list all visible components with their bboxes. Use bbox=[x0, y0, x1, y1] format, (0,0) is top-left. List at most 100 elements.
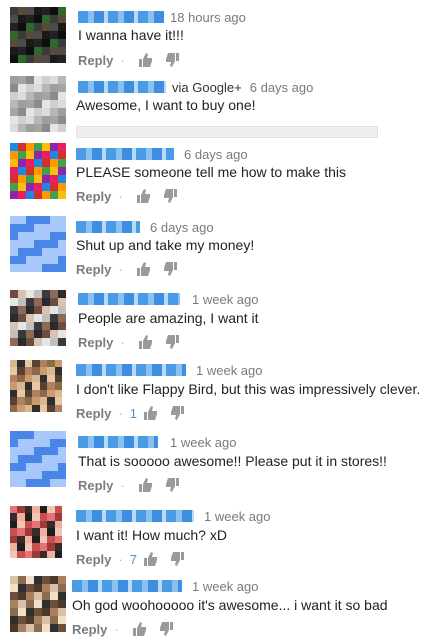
avatar-pixel bbox=[47, 528, 55, 536]
avatar-pixel bbox=[42, 584, 50, 592]
thumbs-down-icon[interactable] bbox=[164, 477, 180, 493]
author-name-redacted[interactable] bbox=[78, 293, 180, 305]
comment-time[interactable]: 1 week ago bbox=[196, 363, 263, 378]
avatar-pixel bbox=[26, 108, 34, 116]
author-name-redacted[interactable] bbox=[76, 148, 174, 160]
author-name-redacted[interactable] bbox=[72, 580, 182, 592]
avatar-pixel bbox=[34, 431, 42, 439]
avatar[interactable] bbox=[10, 576, 66, 632]
avatar-pixel bbox=[18, 431, 26, 439]
avatar-pixel bbox=[50, 84, 58, 92]
author-name-redacted[interactable] bbox=[78, 81, 166, 93]
avatar-pixel bbox=[34, 175, 42, 183]
avatar-pixel bbox=[26, 92, 34, 100]
avatar[interactable] bbox=[10, 506, 62, 558]
avatar[interactable] bbox=[10, 290, 66, 346]
avatar[interactable] bbox=[10, 143, 66, 199]
avatar-pixel bbox=[42, 447, 50, 455]
thumbs-up-icon[interactable] bbox=[143, 551, 159, 567]
avatar-pixel bbox=[10, 175, 18, 183]
reply-button[interactable]: Reply bbox=[76, 406, 111, 421]
avatar-pixel bbox=[10, 108, 18, 116]
thumbs-down-icon[interactable] bbox=[169, 551, 185, 567]
thumbs-down-icon[interactable] bbox=[164, 334, 180, 350]
comment-time[interactable]: 6 days ago bbox=[184, 147, 248, 162]
thumbs-down-icon[interactable] bbox=[162, 261, 178, 277]
comment-text: That is sooooo awesome!! Please put it i… bbox=[78, 453, 387, 469]
avatar-pixel bbox=[47, 382, 55, 390]
thumbs-down-icon[interactable] bbox=[169, 405, 185, 421]
separator-dot: · bbox=[120, 334, 125, 350]
thumbs-up-icon[interactable] bbox=[136, 188, 152, 204]
thumbs-up-icon[interactable] bbox=[138, 52, 154, 68]
avatar-pixel bbox=[34, 471, 42, 479]
comment-header: 18 hours ago bbox=[78, 9, 246, 25]
thumbs-up-icon[interactable] bbox=[143, 405, 159, 421]
avatar-pixel bbox=[58, 116, 66, 124]
avatar-pixel bbox=[10, 298, 18, 306]
thumbs-up-icon[interactable] bbox=[138, 477, 154, 493]
avatar-pixel bbox=[18, 256, 26, 264]
comment-time[interactable]: 1 week ago bbox=[204, 509, 271, 524]
thumbs-down-icon[interactable] bbox=[158, 621, 174, 637]
reply-button[interactable]: Reply bbox=[78, 53, 113, 68]
avatar-pixel bbox=[50, 39, 58, 47]
avatar-pixel bbox=[18, 23, 26, 31]
avatar-pixel bbox=[32, 404, 40, 412]
avatar-pixel bbox=[34, 39, 42, 47]
avatar-pixel bbox=[34, 608, 42, 616]
avatar[interactable] bbox=[10, 216, 66, 272]
thumbs-down-icon[interactable] bbox=[162, 188, 178, 204]
author-name-redacted[interactable] bbox=[76, 364, 186, 376]
reply-button[interactable]: Reply bbox=[76, 262, 111, 277]
thumbs-up-icon[interactable] bbox=[132, 621, 148, 637]
reply-button[interactable]: Reply bbox=[78, 335, 113, 350]
avatar-pixel bbox=[18, 191, 26, 199]
avatar-pixel bbox=[42, 479, 50, 487]
author-name-redacted[interactable] bbox=[78, 11, 164, 23]
avatar-pixel bbox=[10, 240, 18, 248]
avatar[interactable] bbox=[10, 76, 66, 132]
comment-time[interactable]: 1 week ago bbox=[192, 292, 259, 307]
avatar-pixel bbox=[10, 616, 18, 624]
separator-dot: · bbox=[120, 52, 125, 68]
avatar-pixel bbox=[10, 15, 18, 23]
avatar-pixel bbox=[10, 167, 18, 175]
avatar-pixel bbox=[42, 608, 50, 616]
avatar-pixel bbox=[10, 455, 18, 463]
reply-button[interactable]: Reply bbox=[76, 189, 111, 204]
thumbs-up-icon[interactable] bbox=[138, 334, 154, 350]
reply-button[interactable]: Reply bbox=[76, 552, 111, 567]
avatar-pixel bbox=[18, 7, 26, 15]
avatar-pixel bbox=[32, 382, 40, 390]
avatar-pixel bbox=[34, 167, 42, 175]
comment-time[interactable]: 1 week ago bbox=[192, 579, 259, 594]
author-name-redacted[interactable] bbox=[78, 436, 158, 448]
avatar-pixel bbox=[58, 23, 66, 31]
avatar-pixel bbox=[10, 404, 18, 412]
avatar-pixel bbox=[54, 360, 62, 368]
avatar-pixel bbox=[58, 264, 66, 272]
avatar-pixel bbox=[26, 314, 34, 322]
comment-time[interactable]: 6 days ago bbox=[250, 80, 314, 95]
avatar-pixel bbox=[26, 463, 34, 471]
avatar-pixel bbox=[42, 330, 50, 338]
avatar-pixel bbox=[47, 360, 55, 368]
reply-button[interactable]: Reply bbox=[72, 622, 107, 637]
reply-button[interactable]: Reply bbox=[78, 478, 113, 493]
thumbs-down-icon[interactable] bbox=[164, 52, 180, 68]
comment-time[interactable]: 6 days ago bbox=[150, 220, 214, 235]
avatar-pixel bbox=[10, 290, 18, 298]
avatar-pixel bbox=[18, 447, 26, 455]
author-name-redacted[interactable] bbox=[76, 221, 140, 233]
avatar-pixel bbox=[10, 151, 18, 159]
avatar[interactable] bbox=[10, 7, 66, 63]
author-name-redacted[interactable] bbox=[76, 510, 194, 522]
avatar[interactable] bbox=[10, 431, 66, 487]
avatar[interactable] bbox=[10, 360, 62, 412]
thumbs-up-icon[interactable] bbox=[136, 261, 152, 277]
comment-time[interactable]: 18 hours ago bbox=[170, 10, 246, 25]
avatar-pixel bbox=[42, 92, 50, 100]
comment-time[interactable]: 1 week ago bbox=[170, 435, 237, 450]
avatar-pixel bbox=[50, 298, 58, 306]
